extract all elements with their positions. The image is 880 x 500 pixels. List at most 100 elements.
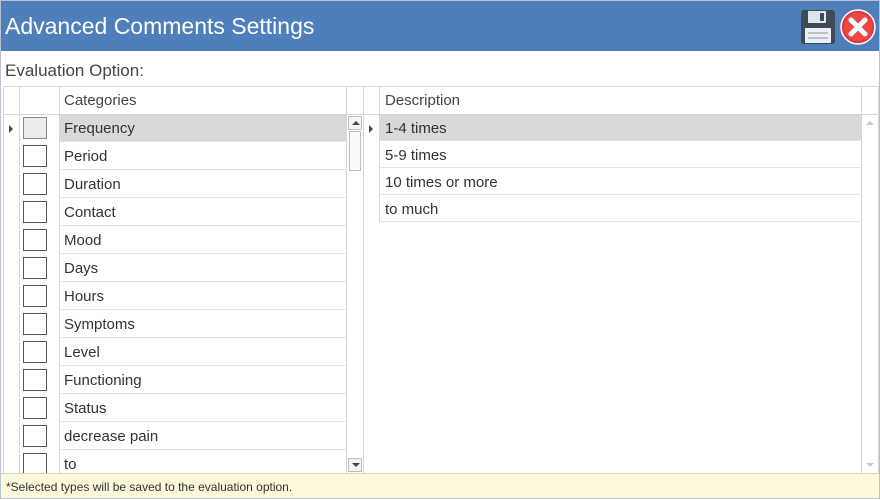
category-checkbox[interactable]	[23, 229, 47, 251]
category-row[interactable]: Level	[4, 339, 346, 367]
row-selector	[4, 423, 20, 451]
description-rows: 1-4 times 5-9 times 10 times or more to …	[364, 115, 861, 223]
checkbox-cell	[20, 171, 60, 199]
category-row[interactable]: Period	[4, 143, 346, 171]
category-row[interactable]: to	[4, 451, 346, 473]
row-selector	[4, 143, 20, 171]
category-row[interactable]: Status	[4, 395, 346, 423]
scroll-up-button[interactable]	[864, 117, 876, 129]
description-row[interactable]: 1-4 times	[364, 115, 861, 142]
arrow-up-icon	[866, 121, 874, 125]
description-label: 5-9 times	[380, 142, 861, 168]
category-checkbox[interactable]	[23, 425, 47, 447]
category-row[interactable]: Functioning	[4, 367, 346, 395]
category-label: Period	[60, 143, 346, 170]
row-selector	[4, 311, 20, 339]
category-checkbox[interactable]	[23, 313, 47, 335]
close-button[interactable]	[840, 9, 876, 45]
description-column-header[interactable]: Description	[380, 87, 863, 115]
category-checkbox[interactable]	[23, 117, 47, 139]
category-row[interactable]: Frequency	[4, 115, 346, 143]
arrow-down-icon	[866, 463, 874, 467]
category-label: Symptoms	[60, 311, 346, 338]
category-row[interactable]: Mood	[4, 227, 346, 255]
evaluation-option-label: Evaluation Option:	[5, 61, 144, 80]
row-selector	[4, 283, 20, 311]
description-row[interactable]: to much	[364, 196, 861, 223]
advanced-comments-settings-window: Advanced Comments Settings Evaluation Op…	[0, 0, 880, 499]
category-label: Level	[60, 339, 346, 366]
window-title: Advanced Comments Settings	[5, 13, 315, 39]
footer-note: *Selected types will be saved to the eva…	[1, 473, 879, 498]
description-row[interactable]: 5-9 times	[364, 142, 861, 169]
category-row[interactable]: Hours	[4, 283, 346, 311]
current-row-arrow-icon	[369, 125, 373, 133]
checkbox-cell	[20, 339, 60, 367]
category-label: Duration	[60, 171, 346, 198]
description-row[interactable]: 10 times or more	[364, 169, 861, 196]
row-selector	[4, 339, 20, 367]
category-checkbox[interactable]	[23, 341, 47, 363]
category-checkbox[interactable]	[23, 145, 47, 167]
categories-rows: Frequency Period Duration Contact Mood D…	[4, 115, 346, 473]
checkbox-cell	[20, 143, 60, 171]
row-selector	[4, 367, 20, 395]
floppy-disk-icon	[801, 10, 835, 44]
category-label: to	[60, 451, 346, 473]
scroll-up-button[interactable]	[348, 116, 362, 130]
checkbox-cell	[20, 283, 60, 311]
arrow-down-icon	[352, 463, 360, 467]
checkbox-cell	[20, 227, 60, 255]
scroll-thumb[interactable]	[349, 131, 361, 171]
checkbox-cell	[20, 395, 60, 423]
category-row[interactable]: decrease pain	[4, 423, 346, 451]
category-label: Mood	[60, 227, 346, 254]
category-checkbox[interactable]	[23, 257, 47, 279]
description-vertical-scrollbar[interactable]	[861, 115, 878, 473]
category-checkbox[interactable]	[23, 453, 47, 473]
scrollbar-header	[346, 87, 363, 115]
checkbox-cell	[20, 423, 60, 451]
title-bar: Advanced Comments Settings	[1, 1, 879, 51]
category-checkbox[interactable]	[23, 369, 47, 391]
description-label: 1-4 times	[380, 115, 861, 141]
category-checkbox[interactable]	[23, 173, 47, 195]
arrow-up-icon	[352, 121, 360, 125]
checkbox-cell	[20, 255, 60, 283]
row-selector	[4, 199, 20, 227]
row-selector	[364, 196, 380, 223]
row-selector-header	[364, 87, 380, 115]
current-row-arrow-icon	[9, 125, 13, 133]
category-label: decrease pain	[60, 423, 346, 450]
category-checkbox[interactable]	[23, 397, 47, 419]
description-label: 10 times or more	[380, 169, 861, 195]
category-row[interactable]: Symptoms	[4, 311, 346, 339]
row-selector	[4, 255, 20, 283]
row-selector	[364, 142, 380, 169]
category-label: Frequency	[60, 115, 346, 142]
category-checkbox[interactable]	[23, 285, 47, 307]
row-selector-header	[4, 87, 20, 115]
checkbox-cell	[20, 199, 60, 227]
row-selector	[4, 171, 20, 199]
row-selector	[364, 115, 380, 142]
category-row[interactable]: Contact	[4, 199, 346, 227]
save-button[interactable]	[800, 9, 836, 45]
description-label: to much	[380, 196, 861, 222]
row-selector	[364, 169, 380, 196]
checkbox-cell	[20, 451, 60, 473]
checkbox-cell	[20, 311, 60, 339]
category-row[interactable]: Days	[4, 255, 346, 283]
scroll-down-button[interactable]	[348, 458, 362, 472]
scrollbar-header	[861, 87, 878, 115]
categories-vertical-scrollbar[interactable]	[346, 115, 363, 473]
category-label: Contact	[60, 199, 346, 226]
row-selector	[4, 115, 20, 143]
red-circle-x-icon	[840, 9, 876, 45]
category-row[interactable]: Duration	[4, 171, 346, 199]
row-selector	[4, 451, 20, 473]
categories-column-header[interactable]: Categories	[60, 87, 346, 115]
scroll-down-button[interactable]	[864, 459, 876, 471]
checkbox-header	[20, 87, 60, 115]
category-checkbox[interactable]	[23, 201, 47, 223]
